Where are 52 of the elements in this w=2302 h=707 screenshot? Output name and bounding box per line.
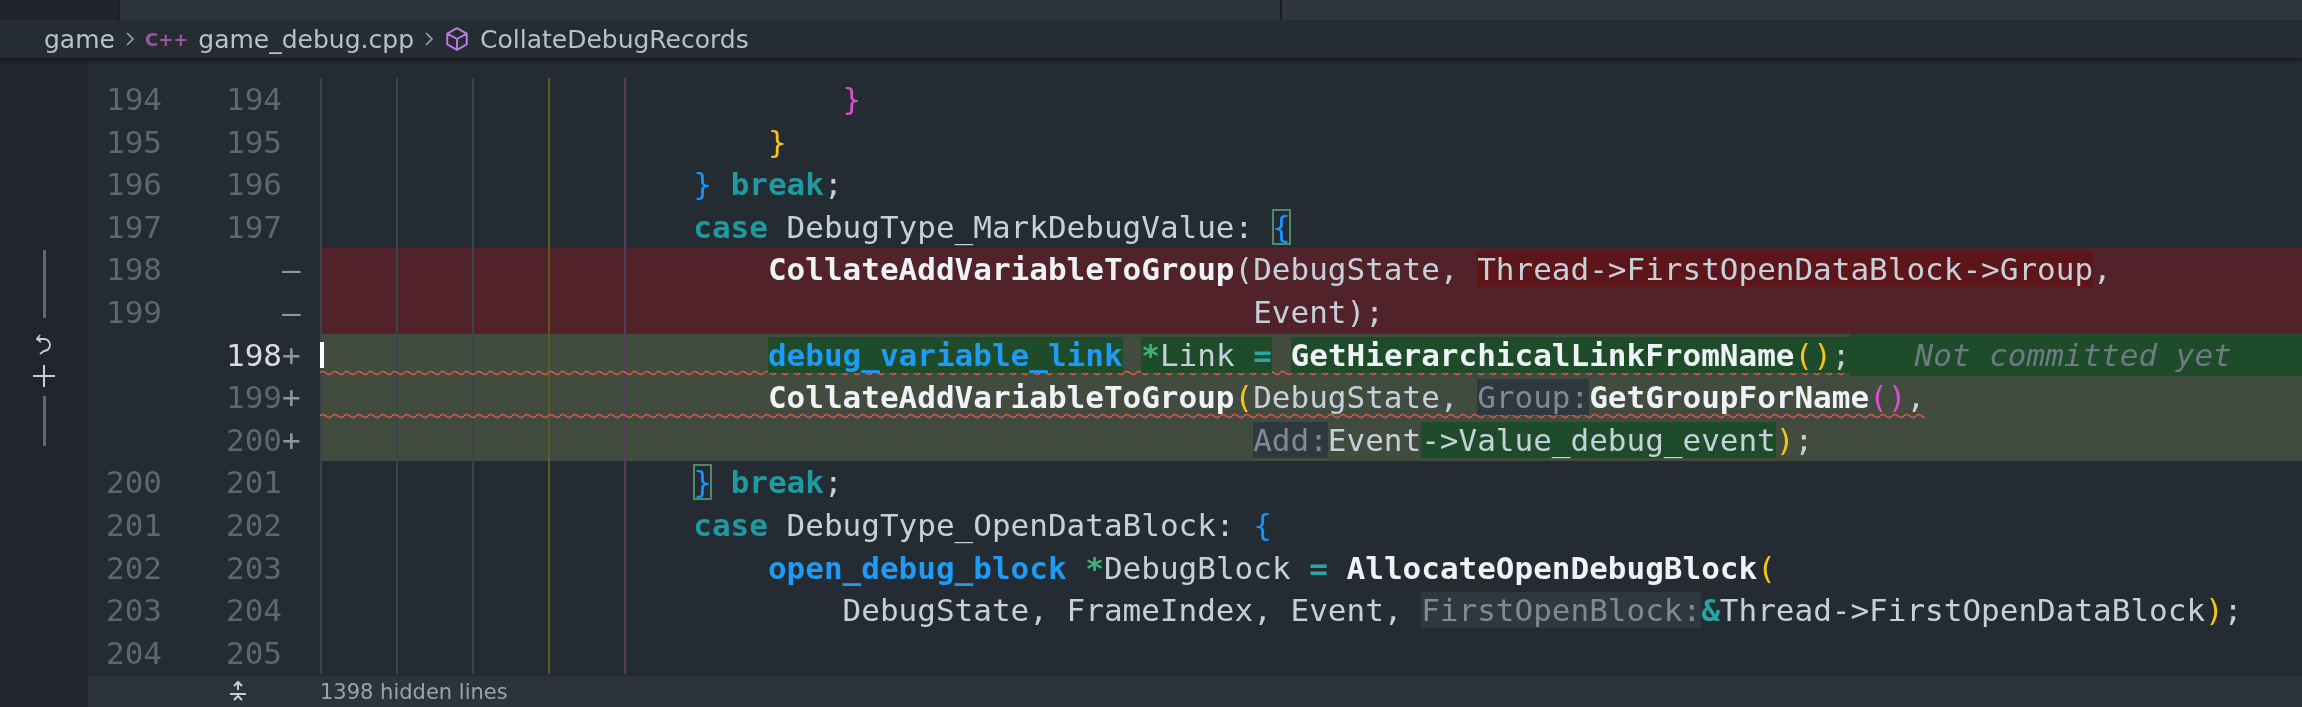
line-number: 199 xyxy=(226,379,282,416)
line-number: 204 xyxy=(226,592,282,629)
line-number: 201 xyxy=(226,464,282,501)
line-number: 198 xyxy=(106,251,162,288)
scroll-line xyxy=(42,250,46,318)
code-line: } xyxy=(841,80,862,119)
line-number: 198 xyxy=(226,336,282,373)
file-type-icon: C++ xyxy=(144,28,189,50)
line-number: 194 xyxy=(106,81,162,117)
breadcrumb-item[interactable]: CollateDebugRecords xyxy=(480,24,749,54)
breadcrumb-item[interactable]: game_debug.cpp xyxy=(198,24,414,54)
scroll-line xyxy=(42,396,46,446)
hidden-lines-label[interactable]: 1398 hidden lines xyxy=(320,678,508,705)
chevron-right-icon xyxy=(424,31,434,47)
line-number: 200 xyxy=(226,421,282,458)
plus-icon[interactable] xyxy=(32,364,56,388)
diff-sign: — xyxy=(282,251,301,288)
chevron-right-icon xyxy=(124,31,135,47)
cube-icon xyxy=(444,26,470,52)
code-line: } xyxy=(766,122,787,162)
code-line: open_debug_block *DebugBlock = AllocateOpenDebugBlock( xyxy=(766,548,1776,588)
code-line: } break; xyxy=(692,165,843,205)
diff-sign: + xyxy=(282,421,301,458)
line-number: 200 xyxy=(106,464,162,501)
line-number: 196 xyxy=(106,166,162,203)
code-line: CollateAddVariableToGroup(DebugState, Thread->FirstOpenDataBlock->Group, xyxy=(766,250,2112,290)
line-number: 202 xyxy=(226,506,282,543)
code-line: Event); xyxy=(1252,292,1384,332)
code-line: } break; xyxy=(692,463,843,503)
text-cursor xyxy=(320,341,324,368)
line-number: 197 xyxy=(106,208,162,245)
line-number: 195 xyxy=(226,123,282,160)
code-line: DebugState, FrameIndex, Event, FirstOpenBlock:&Thread->FirstOpenDataBlock); xyxy=(841,591,2243,631)
line-number: 196 xyxy=(226,166,282,203)
line-number: 195 xyxy=(106,123,162,160)
breadcrumb-item[interactable]: game xyxy=(44,24,115,54)
line-number: 203 xyxy=(226,549,282,586)
diff-sign: + xyxy=(282,336,301,373)
line-number: 202 xyxy=(106,549,162,586)
diff-sign: + xyxy=(282,379,301,416)
line-number: 201 xyxy=(106,506,162,543)
code-line: case DebugType_OpenDataBlock: { xyxy=(692,505,1272,546)
blame-annotation: Not committed yet xyxy=(1850,333,2302,377)
line-number: 199 xyxy=(106,293,162,330)
diff-sign: — xyxy=(282,293,301,330)
line-number: 205 xyxy=(226,634,282,671)
line-number: 197 xyxy=(226,208,282,245)
line-number: 204 xyxy=(106,634,162,671)
code-line: case DebugType_MarkDebugValue: { xyxy=(692,207,1291,248)
fold-bar[interactable]: 1398 hidden lines xyxy=(88,676,2302,707)
line-number: 194 xyxy=(226,81,282,117)
line-number: 203 xyxy=(106,592,162,629)
